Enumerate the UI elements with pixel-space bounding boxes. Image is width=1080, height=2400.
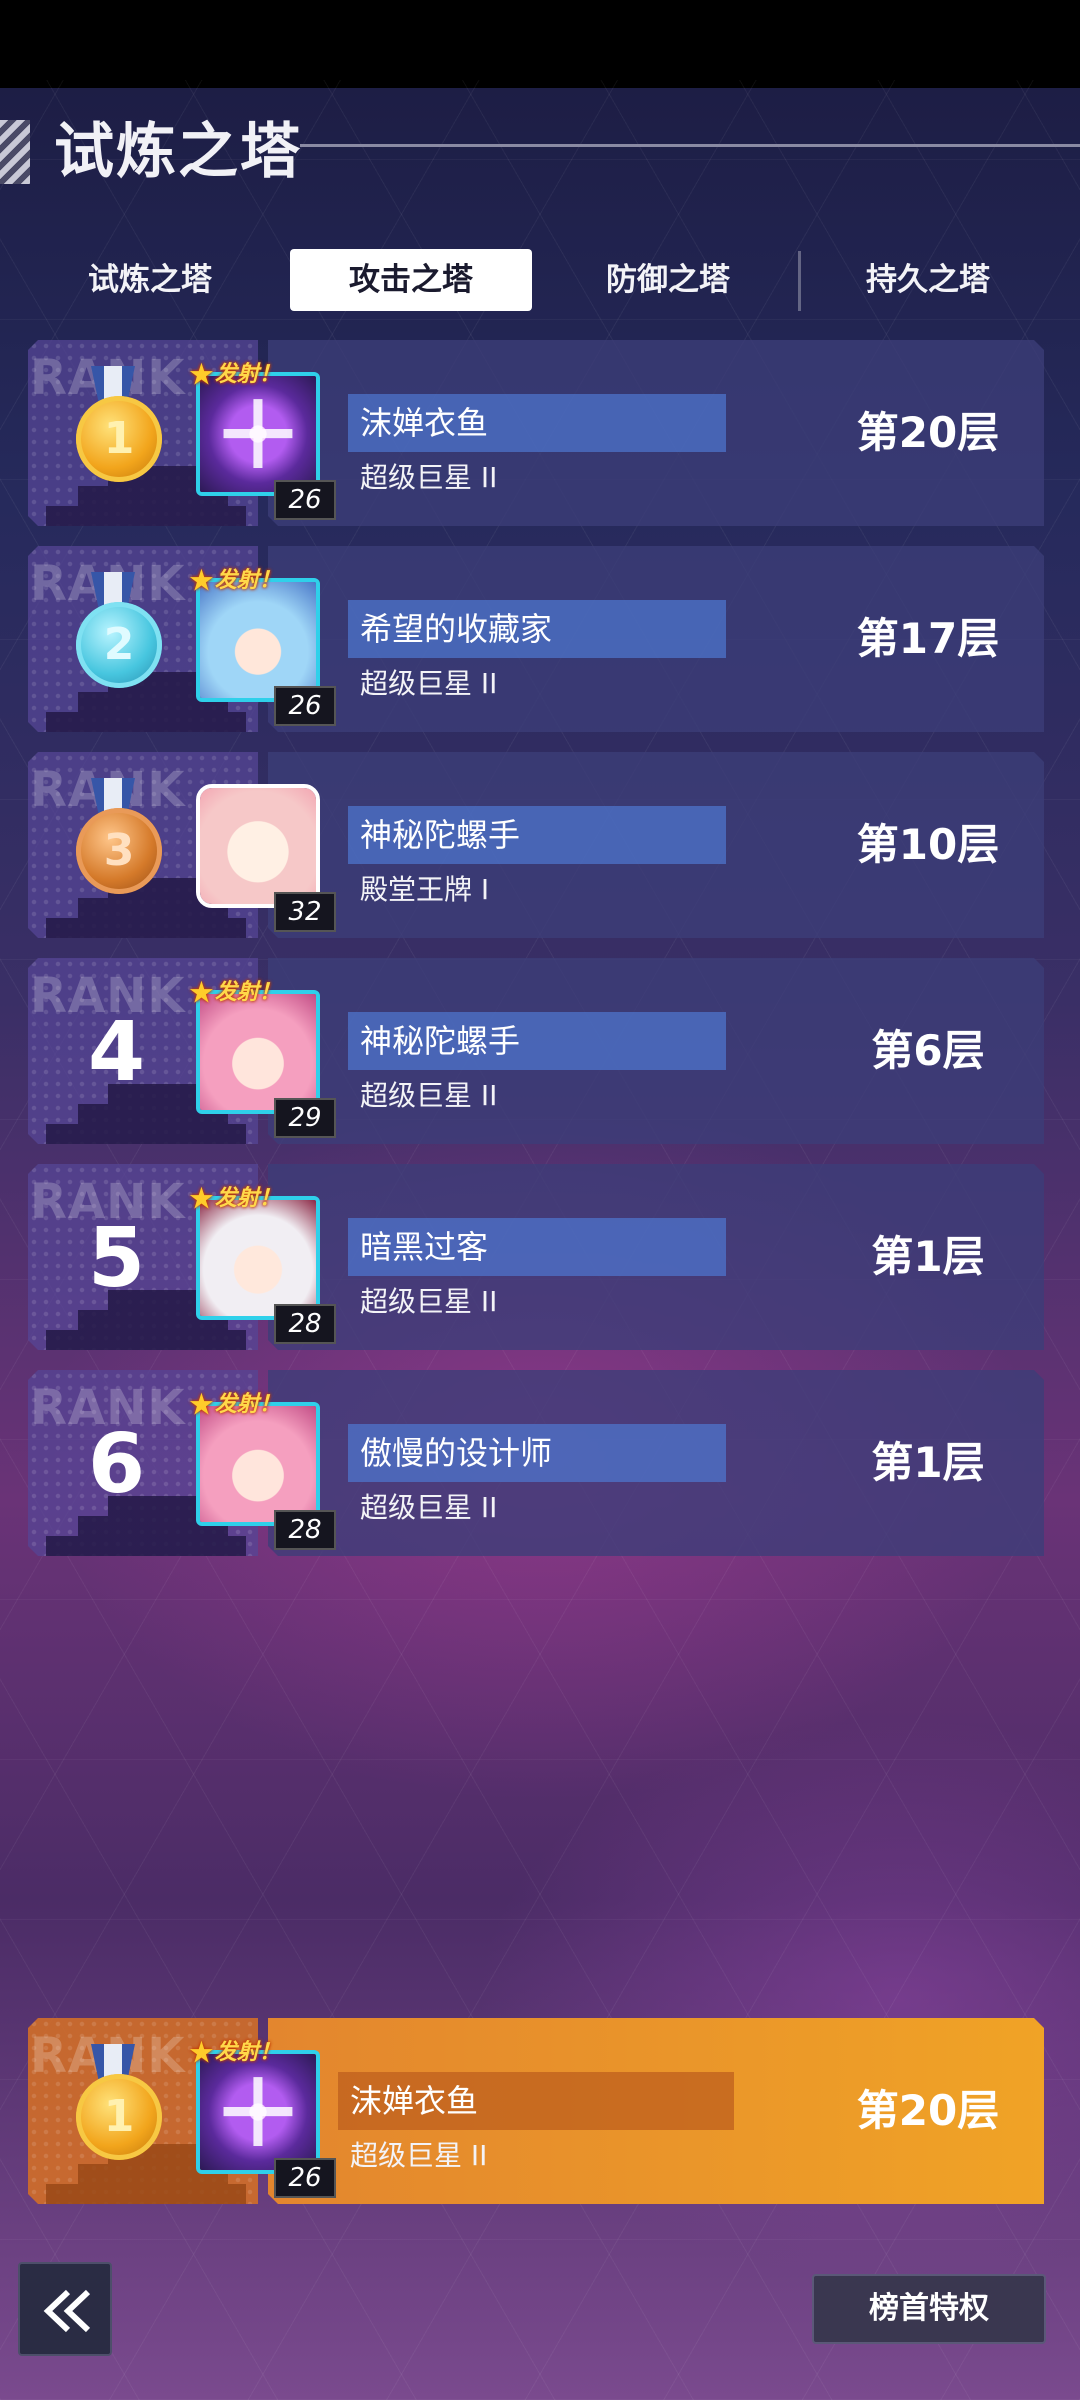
player-name: 沫婵衣鱼: [350, 2082, 479, 2120]
back-button[interactable]: [18, 2262, 112, 2356]
hot-tag: ★发射！: [188, 1180, 284, 1217]
hot-tag-label: 发射！: [214, 1186, 281, 1211]
tab-separator: [798, 251, 801, 311]
level-badge: 29: [274, 1098, 336, 1138]
rank-row[interactable]: RANK 4 神秘陀螺手 超级巨星 II 第6层 ★发射！ 29: [28, 958, 1044, 1144]
double-chevron-left-icon: [43, 2289, 91, 2333]
player-tier: 超级巨星 II: [350, 2139, 488, 2172]
hot-tag-label: 发射！: [214, 2040, 281, 2065]
avatar-image: [200, 1200, 316, 1316]
status-bar: [0, 0, 1080, 88]
top-privilege-button[interactable]: 榜首特权: [812, 2274, 1046, 2344]
avatar-image: [200, 994, 316, 1110]
player-tier: 超级巨星 II: [360, 1285, 498, 1318]
star-icon: ★: [188, 563, 215, 599]
hot-tag: ★发射！: [188, 974, 284, 1011]
hot-tag-label: 发射！: [214, 980, 281, 1005]
level-badge: 26: [274, 480, 336, 520]
rank-row[interactable]: RANK 3 神秘陀螺手 殿堂王牌 I 第10层 32: [28, 752, 1044, 938]
star-icon: ★: [188, 1181, 215, 1217]
level-badge: 28: [274, 1510, 336, 1550]
player-name: 暗黑过客: [360, 1228, 489, 1266]
header: 试炼之塔: [0, 112, 1080, 192]
page-title: 试炼之塔: [54, 117, 302, 187]
star-icon: ★: [188, 975, 215, 1011]
tab-endurance-tower[interactable]: 持久之塔: [808, 249, 1048, 311]
header-stripe-decoration: [0, 120, 30, 184]
avatar-image: [200, 582, 316, 698]
player-name: 希望的收藏家: [360, 610, 553, 648]
hot-tag: ★发射！: [188, 2034, 284, 2071]
avatar-image: [200, 2054, 316, 2170]
player-avatar[interactable]: [196, 784, 320, 908]
player-tier: 超级巨星 II: [360, 667, 498, 700]
avatar-image: [200, 1406, 316, 1522]
silver-medal-icon: 2: [76, 602, 162, 688]
avatar-image: [200, 788, 316, 904]
player-info-panel: 神秘陀螺手 殿堂王牌 I 第10层: [268, 752, 1044, 938]
player-name: 沫婵衣鱼: [360, 404, 489, 442]
player-name: 神秘陀螺手: [360, 1022, 521, 1060]
tab-attack-tower[interactable]: 攻击之塔: [290, 249, 532, 311]
floor-reached: 第6层: [871, 1026, 985, 1075]
rank-row[interactable]: RANK 2 希望的收藏家 超级巨星 II 第17层 ★发射！ 26: [28, 546, 1044, 732]
hot-tag: ★发射！: [188, 562, 284, 599]
player-tier: 超级巨星 II: [360, 1079, 498, 1112]
star-icon: ★: [188, 2035, 215, 2071]
rank-row[interactable]: RANK 6 傲慢的设计师 超级巨星 II 第1层 ★发射！ 28: [28, 1370, 1044, 1556]
player-info-panel: 希望的收藏家 超级巨星 II 第17层: [268, 546, 1044, 732]
player-tier: 超级巨星 II: [360, 461, 498, 494]
player-name: 神秘陀螺手: [360, 816, 521, 854]
star-icon: ★: [188, 357, 215, 393]
hot-tag-label: 发射！: [214, 568, 281, 593]
rank-row[interactable]: RANK 1 沫婵衣鱼 超级巨星 II 第20层 ★发射！ 26: [28, 340, 1044, 526]
player-info-panel: 暗黑过客 超级巨星 II 第1层: [268, 1164, 1044, 1350]
header-divider: [300, 144, 1080, 147]
star-icon: ★: [188, 1387, 215, 1423]
hot-tag: ★发射！: [188, 356, 284, 393]
my-rank-row[interactable]: RANK 1 沫婵衣鱼 超级巨星 II 第20层 ★发射！ 26: [28, 2018, 1044, 2204]
tab-trial-tower[interactable]: 试炼之塔: [30, 249, 270, 311]
tab-defense-tower[interactable]: 防御之塔: [548, 249, 788, 311]
hot-tag-label: 发射！: [214, 1392, 281, 1417]
level-badge: 26: [274, 686, 336, 726]
floor-reached: 第10层: [856, 820, 1000, 869]
rank-row[interactable]: RANK 5 暗黑过客 超级巨星 II 第1层 ★发射！ 28: [28, 1164, 1044, 1350]
player-info-panel: 沫婵衣鱼 超级巨星 II 第20层: [268, 340, 1044, 526]
player-tier: 超级巨星 II: [360, 1491, 498, 1524]
player-info-panel: 神秘陀螺手 超级巨星 II 第6层: [268, 958, 1044, 1144]
player-info-panel: 傲慢的设计师 超级巨星 II 第1层: [268, 1370, 1044, 1556]
floor-reached: 第20层: [856, 2086, 1000, 2135]
hot-tag: ★发射！: [188, 1386, 284, 1423]
avatar-image: [200, 376, 316, 492]
floor-reached: 第1层: [871, 1232, 985, 1281]
floor-reached: 第20层: [856, 408, 1000, 457]
level-badge: 28: [274, 1304, 336, 1344]
tower-tabs: 试炼之塔 攻击之塔 防御之塔 持久之塔: [0, 245, 1080, 315]
player-name: 傲慢的设计师: [360, 1434, 553, 1472]
hot-tag-label: 发射！: [214, 362, 281, 387]
floor-reached: 第17层: [856, 614, 1000, 663]
player-info-panel: 沫婵衣鱼 超级巨星 II 第20层: [268, 2018, 1044, 2204]
player-tier: 殿堂王牌 I: [360, 873, 490, 906]
bronze-medal-icon: 3: [76, 808, 162, 894]
floor-reached: 第1层: [871, 1438, 985, 1487]
level-badge: 32: [274, 892, 336, 932]
level-badge: 26: [274, 2158, 336, 2198]
gold-medal-icon: 1: [76, 396, 162, 482]
gold-medal-icon: 1: [76, 2074, 162, 2160]
